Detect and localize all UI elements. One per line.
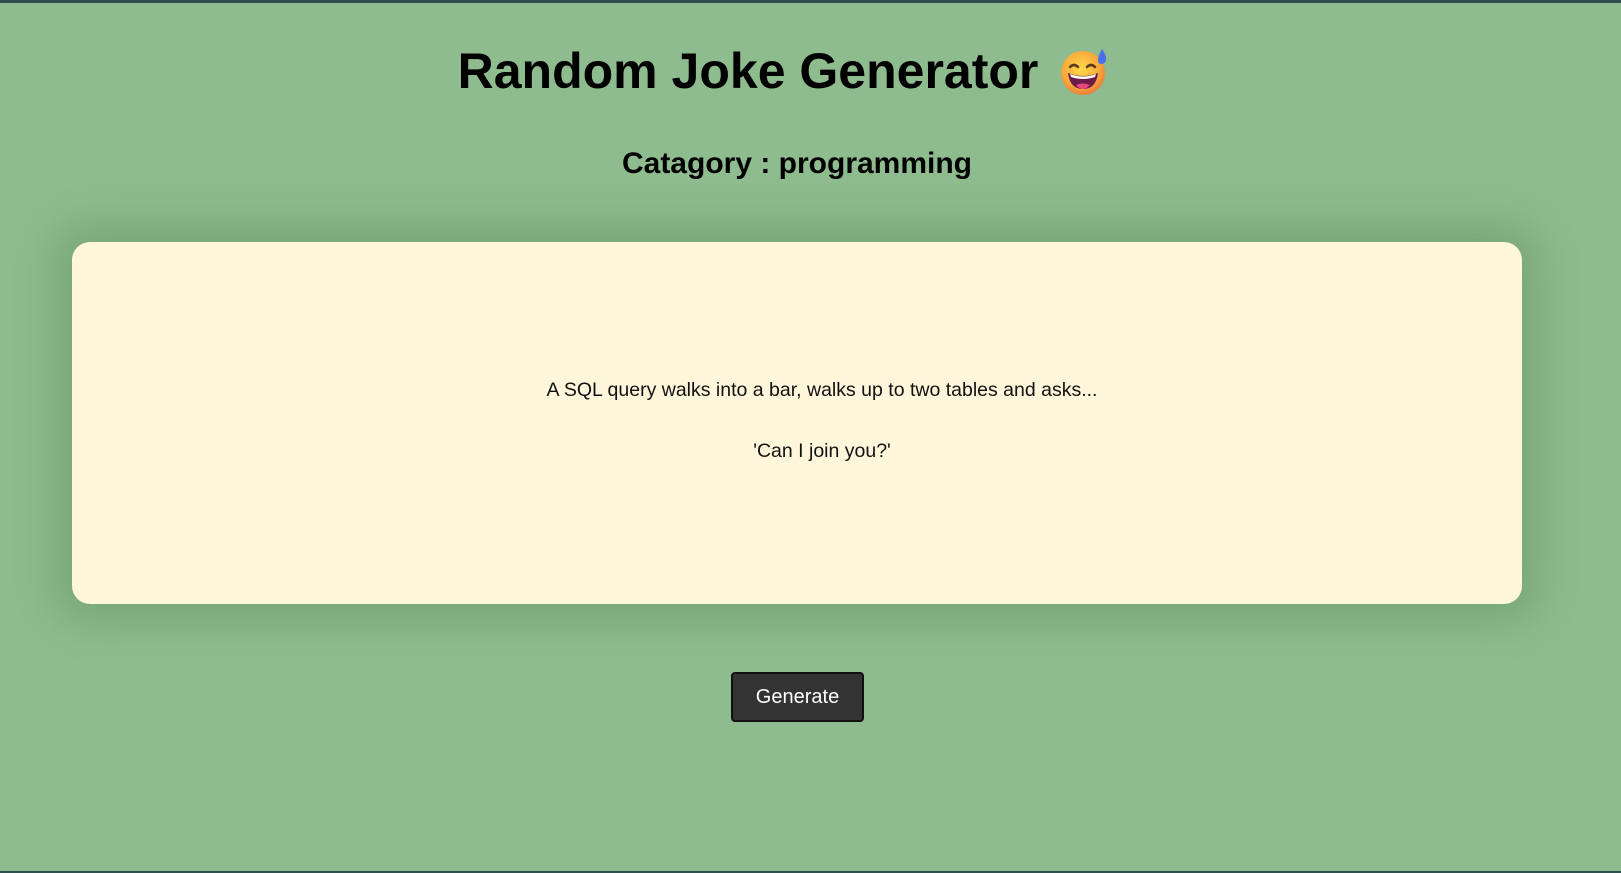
joke-punchline: 'Can I join you?'	[753, 440, 891, 462]
page-title: Random Joke Generator	[457, 43, 1039, 99]
grinning-face-with-sweat-icon	[1061, 49, 1107, 95]
joke-card: A SQL query walks into a bar, walks up t…	[72, 242, 1522, 604]
category-label: Catagory : programming	[621, 147, 973, 180]
joke-setup: A SQL query walks into a bar, walks up t…	[546, 379, 1098, 401]
page: Random Joke Generator Catagory : program…	[0, 0, 1568, 873]
header: Random Joke Generator	[0, 38, 1568, 104]
generate-button[interactable]: Generate	[731, 672, 864, 722]
